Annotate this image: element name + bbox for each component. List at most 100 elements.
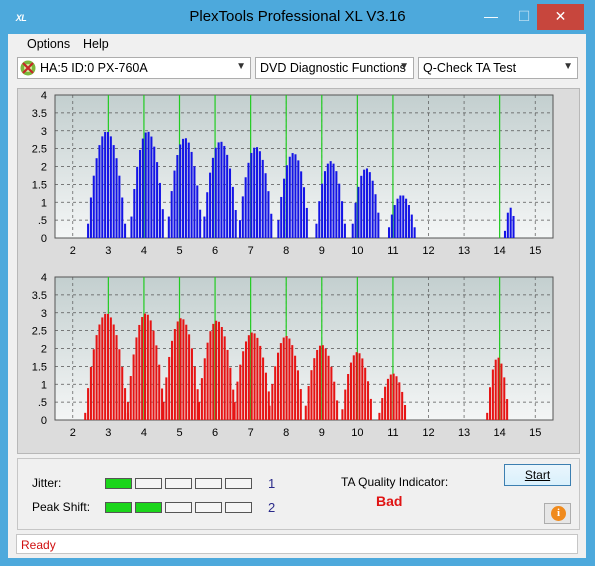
histogram-bar <box>307 386 310 420</box>
y-tick-label: 3.5 <box>32 290 47 302</box>
histogram-bar <box>242 351 245 420</box>
histogram-bar <box>95 335 98 420</box>
histogram-bar <box>170 191 173 238</box>
histogram-bar <box>509 207 512 238</box>
histogram-bar <box>341 201 344 238</box>
x-tick-label: 3 <box>105 245 111 257</box>
histogram-bar <box>203 358 206 420</box>
histogram-bar <box>267 191 270 238</box>
close-button[interactable]: ✕ <box>537 4 584 30</box>
histogram-bar <box>228 168 232 238</box>
drive-select[interactable]: HA:5 ID:0 PX-760A ▼ <box>17 57 251 79</box>
menu-help[interactable]: Help <box>83 37 109 51</box>
x-tick-label: 12 <box>422 245 434 257</box>
minimize-button[interactable]: — <box>471 4 511 30</box>
histogram-bar <box>153 146 156 238</box>
drive-disc-icon <box>20 60 36 76</box>
histogram-bar <box>360 175 363 238</box>
x-tick-label: 14 <box>494 245 506 257</box>
y-tick-label: 1.5 <box>32 179 47 191</box>
histogram-bar <box>333 381 336 420</box>
histogram-bar <box>323 171 327 238</box>
histogram-bar <box>124 388 127 420</box>
x-tick-label: 13 <box>458 427 470 439</box>
histogram-bar <box>271 383 274 420</box>
histogram-bar <box>341 409 344 420</box>
histogram-bar <box>368 172 371 238</box>
histogram-bar <box>343 223 346 238</box>
histogram-bar <box>344 389 347 420</box>
results-panel: Jitter: 1 Peak Shift: 2 TA Quality Indic… <box>17 458 580 530</box>
test-select[interactable]: Q-Check TA Test ▼ <box>418 57 578 79</box>
x-tick-label: 8 <box>283 427 289 439</box>
x-tick-label: 11 <box>387 427 398 439</box>
histogram-bar <box>104 132 107 238</box>
histogram-bar <box>193 366 196 420</box>
client-area: Options Help HA:5 ID:0 PX-760A ▼ DVD Dia… <box>8 34 586 558</box>
histogram-bar <box>250 332 253 420</box>
ta-quality-value: Bad <box>376 493 403 509</box>
y-tick-label: 2.5 <box>32 326 47 338</box>
histogram-bar <box>135 337 138 420</box>
histogram-bar <box>98 145 101 238</box>
histogram-bar <box>274 366 277 420</box>
y-tick-label: 4 <box>41 90 47 102</box>
histogram-bar <box>262 357 265 420</box>
histogram-bar <box>143 313 147 420</box>
histogram-bar <box>280 196 283 238</box>
histogram-bar <box>171 340 174 420</box>
histogram-bar <box>190 348 193 420</box>
histogram-bar <box>494 359 497 420</box>
info-button[interactable]: i <box>544 503 571 524</box>
y-tick-label: 3 <box>41 308 47 320</box>
menu-options[interactable]: Options <box>27 37 70 51</box>
histogram-bar <box>215 320 218 420</box>
histogram-bar <box>506 399 509 420</box>
histogram-bar <box>338 183 341 238</box>
histogram-bar <box>138 149 142 238</box>
histogram-bar <box>98 324 101 420</box>
title-bar[interactable]: XL PlexTools Professional XL V3.16 — ☐ ✕ <box>0 0 595 34</box>
histogram-bar <box>179 318 182 420</box>
histogram-bar <box>124 223 127 238</box>
histogram-bar <box>118 175 121 238</box>
histogram-bar <box>364 367 367 420</box>
histogram-bar <box>291 153 294 238</box>
maximize-button[interactable]: ☐ <box>511 4 537 30</box>
histogram-bar <box>226 154 229 238</box>
x-tick-label: 15 <box>529 427 541 439</box>
histogram-bar <box>146 314 149 420</box>
histogram-bar <box>206 342 209 420</box>
histogram-bar <box>115 335 118 420</box>
histogram-bar <box>167 216 170 238</box>
histogram-bar <box>136 166 139 238</box>
y-tick-label: 1.5 <box>32 361 47 373</box>
histogram-bar <box>347 373 350 420</box>
ta-quality-label: TA Quality Indicator: <box>341 475 449 489</box>
histogram-bar <box>363 169 366 238</box>
start-button[interactable]: Start <box>504 464 571 486</box>
info-icon: i <box>551 506 566 521</box>
histogram-bar <box>129 376 132 420</box>
peak-shift-meter-segment <box>105 502 132 513</box>
histogram-bar <box>259 345 262 420</box>
status-text: Ready <box>21 538 56 552</box>
function-select-value: DVD Diagnostic Functions <box>260 61 406 75</box>
histogram-bar <box>185 324 188 420</box>
histogram-bar <box>285 336 288 420</box>
y-tick-label: 0 <box>41 233 47 245</box>
menu-bar: Options Help <box>8 34 586 54</box>
histogram-bar <box>313 358 316 420</box>
histogram-bar <box>296 370 299 420</box>
histogram-bar <box>155 345 158 420</box>
histogram-bar <box>182 138 185 238</box>
histogram-bar <box>336 400 339 420</box>
histogram-bar <box>506 212 509 238</box>
histogram-bar <box>386 378 389 420</box>
histogram-bar <box>161 209 164 238</box>
histogram-bar <box>253 333 256 420</box>
peak-shift-meter-segment <box>195 502 222 513</box>
histogram-bar <box>109 136 112 238</box>
function-select[interactable]: DVD Diagnostic Functions ▼ <box>255 57 414 79</box>
histogram-bar <box>206 192 209 238</box>
